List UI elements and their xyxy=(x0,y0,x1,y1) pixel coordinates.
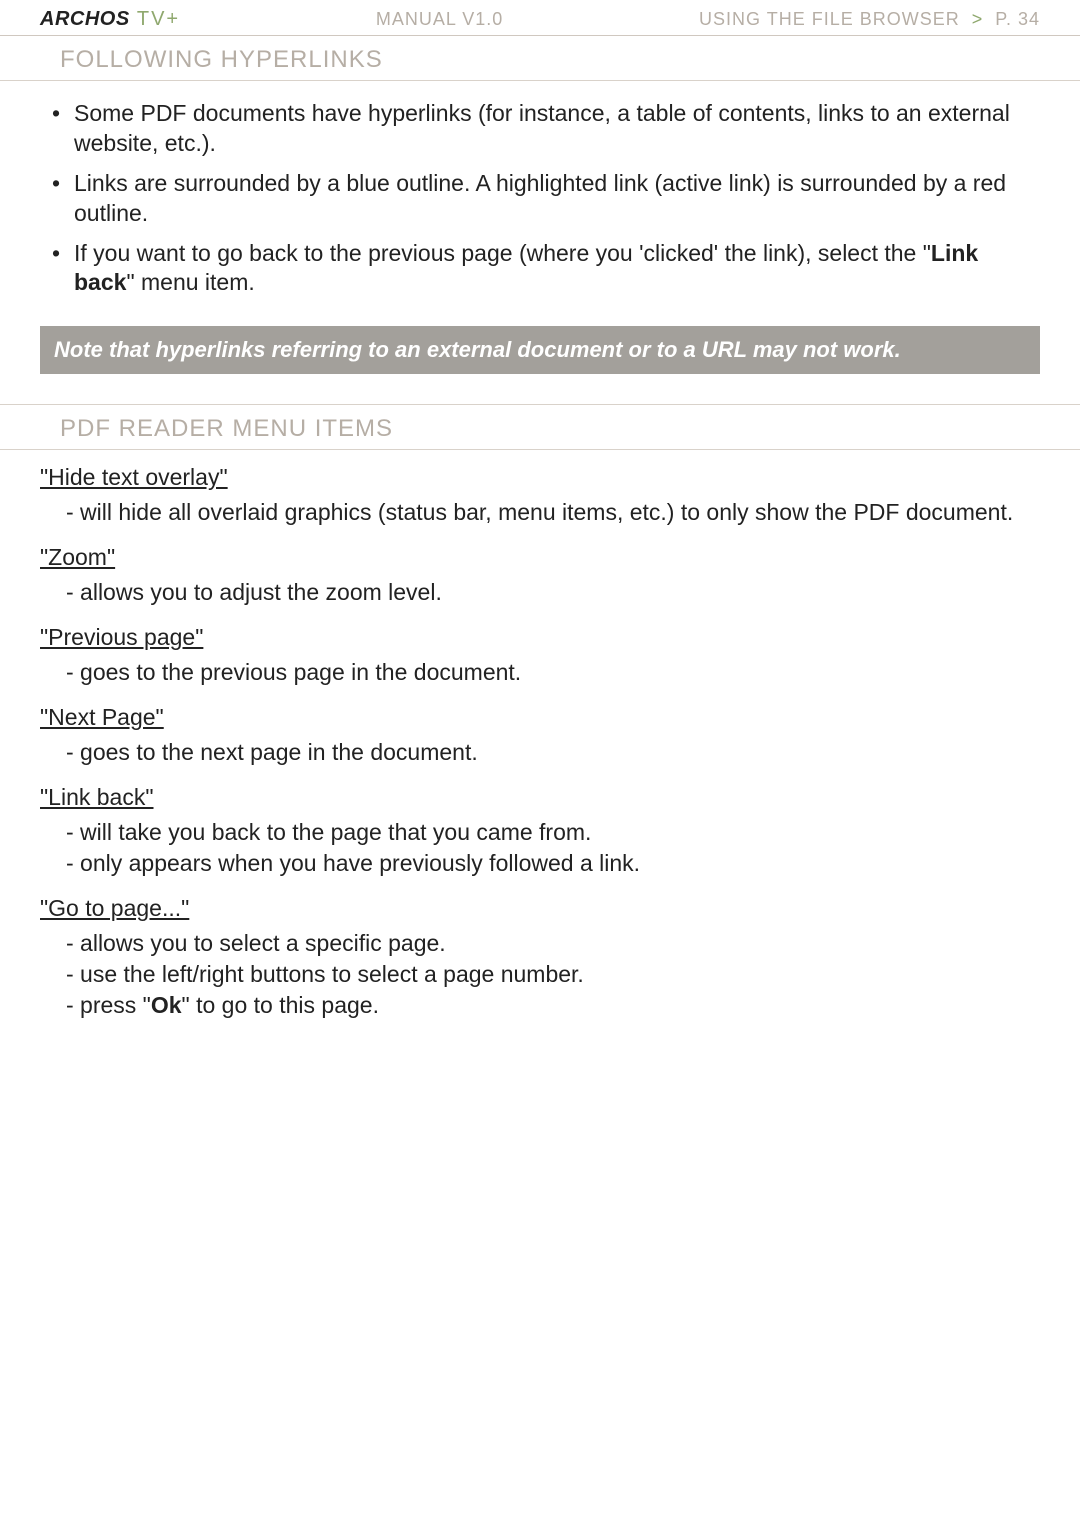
menu-term-zoom: "Zoom" xyxy=(40,544,1040,571)
manual-version: MANUAL V1.0 xyxy=(376,9,503,30)
list-item: - allows you to select a specific page. xyxy=(66,928,1040,959)
menu-term-go-to-page: "Go to page..." xyxy=(40,895,1040,922)
crumb-page: P. 34 xyxy=(995,9,1040,29)
list-item: - use the left/right buttons to select a… xyxy=(66,959,1040,990)
list-item: - press "Ok" to go to this page. xyxy=(66,990,1040,1021)
text: - press " xyxy=(66,992,151,1018)
section-heading-menu-items: PDF READER MENU ITEMS xyxy=(0,405,1080,450)
brand-archos: ARCHOS xyxy=(40,8,130,30)
text: If you want to go back to the previous p… xyxy=(74,240,931,266)
menu-desc-list: - goes to the previous page in the docum… xyxy=(40,657,1040,688)
menu-desc-list: - allows you to select a specific page. … xyxy=(40,928,1040,1021)
hyperlinks-bullet-list: Some PDF documents have hyperlinks (for … xyxy=(40,95,1040,322)
menu-term-hide-overlay: "Hide text overlay" xyxy=(40,464,1040,491)
list-item: - goes to the previous page in the docum… xyxy=(66,657,1040,688)
breadcrumb: USING THE FILE BROWSER > P. 34 xyxy=(699,9,1040,30)
menu-desc-list: - allows you to adjust the zoom level. xyxy=(40,577,1040,608)
text: " to go to this page. xyxy=(182,992,379,1018)
chevron-right-icon: > xyxy=(972,9,984,29)
crumb-section: USING THE FILE BROWSER xyxy=(699,9,960,29)
menu-term-next-page: "Next Page" xyxy=(40,704,1040,731)
list-item: Some PDF documents have hyperlinks (for … xyxy=(48,99,1032,159)
list-item: - only appears when you have previously … xyxy=(66,848,1040,879)
menu-desc-list: - will hide all overlaid graphics (statu… xyxy=(40,497,1040,528)
brand-logo: ARCHOS TV+ xyxy=(40,8,180,31)
note-callout: Note that hyperlinks referring to an ext… xyxy=(40,326,1040,374)
brand-tv: TV+ xyxy=(130,8,180,30)
list-item: Links are surrounded by a blue outline. … xyxy=(48,169,1032,229)
list-item: - goes to the next page in the document. xyxy=(66,737,1040,768)
list-item: If you want to go back to the previous p… xyxy=(48,239,1032,299)
menu-desc-list: - will take you back to the page that yo… xyxy=(40,817,1040,879)
menu-term-link-back: "Link back" xyxy=(40,784,1040,811)
menu-term-previous-page: "Previous page" xyxy=(40,624,1040,651)
list-item: - will take you back to the page that yo… xyxy=(66,817,1040,848)
text: " menu item. xyxy=(126,269,254,295)
list-item: - allows you to adjust the zoom level. xyxy=(66,577,1040,608)
menu-desc-list: - goes to the next page in the document. xyxy=(40,737,1040,768)
list-item: - will hide all overlaid graphics (statu… xyxy=(66,497,1040,528)
section-heading-hyperlinks: FOLLOWING HYPERLINKS xyxy=(0,36,1080,81)
page-header: ARCHOS TV+ MANUAL V1.0 USING THE FILE BR… xyxy=(0,0,1080,36)
text-bold: Ok xyxy=(151,992,182,1018)
